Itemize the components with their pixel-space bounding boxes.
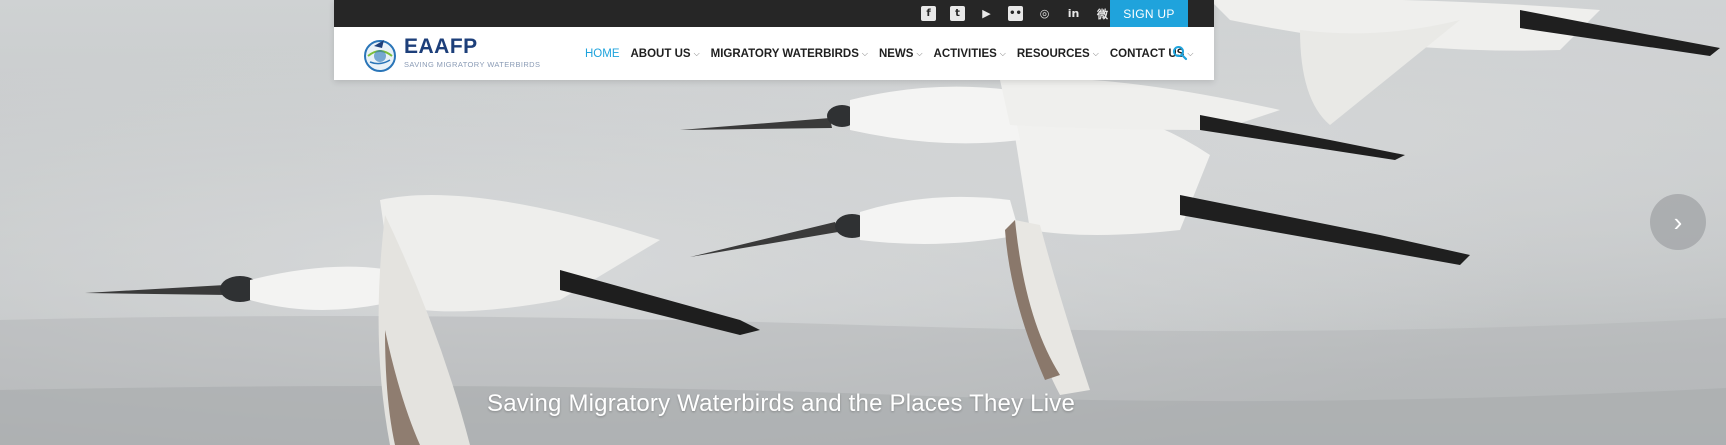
chevron-down-icon: ⌵ — [1092, 48, 1099, 58]
youtube-icon[interactable]: ▶ — [979, 6, 994, 21]
nav-resources-label: RESOURCES — [1016, 47, 1090, 60]
weibo-icon[interactable]: 微 — [1095, 6, 1110, 21]
facebook-icon[interactable]: f — [921, 6, 936, 21]
topbar: f t ▶ •• ◎ in 微 SIGN UP — [334, 0, 1214, 27]
chevron-down-icon: ⌵ — [916, 48, 923, 58]
spoonbill-top-right — [1210, 0, 1720, 125]
chevron-down-icon: ⌵ — [999, 48, 1006, 58]
chevron-down-icon: ⌵ — [861, 48, 868, 58]
nav-resources[interactable]: RESOURCES ⌵ — [1017, 27, 1099, 80]
next-slide-button[interactable]: › — [1650, 194, 1706, 250]
signup-button[interactable]: SIGN UP — [1110, 0, 1188, 27]
search-icon[interactable] — [1172, 45, 1188, 61]
nav-about-us-label: ABOUT US — [630, 47, 691, 60]
nav-home[interactable]: HOME — [585, 27, 620, 80]
logo-subtitle: SAVING MIGRATORY WATERBIRDS — [404, 60, 541, 69]
social-links: f t ▶ •• ◎ in 微 — [921, 0, 1110, 27]
nav-about-us[interactable]: ABOUT US ⌵ — [631, 27, 700, 80]
chevron-right-icon: › — [1673, 206, 1683, 237]
site-logo[interactable]: EAAFP SAVING MIGRATORY WATERBIRDS — [360, 33, 550, 75]
nav-activities[interactable]: ACTIVITIES ⌵ — [934, 27, 1006, 80]
globe-bird-icon — [364, 40, 396, 72]
flickr-icon[interactable]: •• — [1008, 6, 1023, 21]
main-navbar: EAAFP SAVING MIGRATORY WATERBIRDS HOME A… — [334, 27, 1214, 80]
chevron-down-icon: ⌵ — [693, 48, 700, 58]
nav-home-label: HOME — [585, 47, 620, 60]
logo-text: EAAFP — [404, 35, 478, 58]
hero-caption: Saving Migratory Waterbirds and the Plac… — [487, 390, 1076, 417]
nav-news-label: NEWS — [878, 47, 914, 60]
site-header: f t ▶ •• ◎ in 微 SIGN UP EAAFP SAVING MIG… — [334, 0, 1214, 80]
nav-activities-label: ACTIVITIES — [933, 47, 997, 60]
instagram-icon[interactable]: ◎ — [1037, 6, 1052, 21]
main-menu: HOME ABOUT US ⌵ MIGRATORY WATERBIRDS ⌵ N… — [585, 27, 1204, 80]
twitter-icon[interactable]: t — [950, 6, 965, 21]
nav-migratory-waterbirds-label: MIGRATORY WATERBIRDS — [710, 47, 859, 60]
chevron-down-icon: ⌵ — [1187, 48, 1194, 58]
nav-news[interactable]: NEWS ⌵ — [879, 27, 923, 80]
linkedin-icon[interactable]: in — [1066, 6, 1081, 21]
nav-migratory-waterbirds[interactable]: MIGRATORY WATERBIRDS ⌵ — [711, 27, 868, 80]
